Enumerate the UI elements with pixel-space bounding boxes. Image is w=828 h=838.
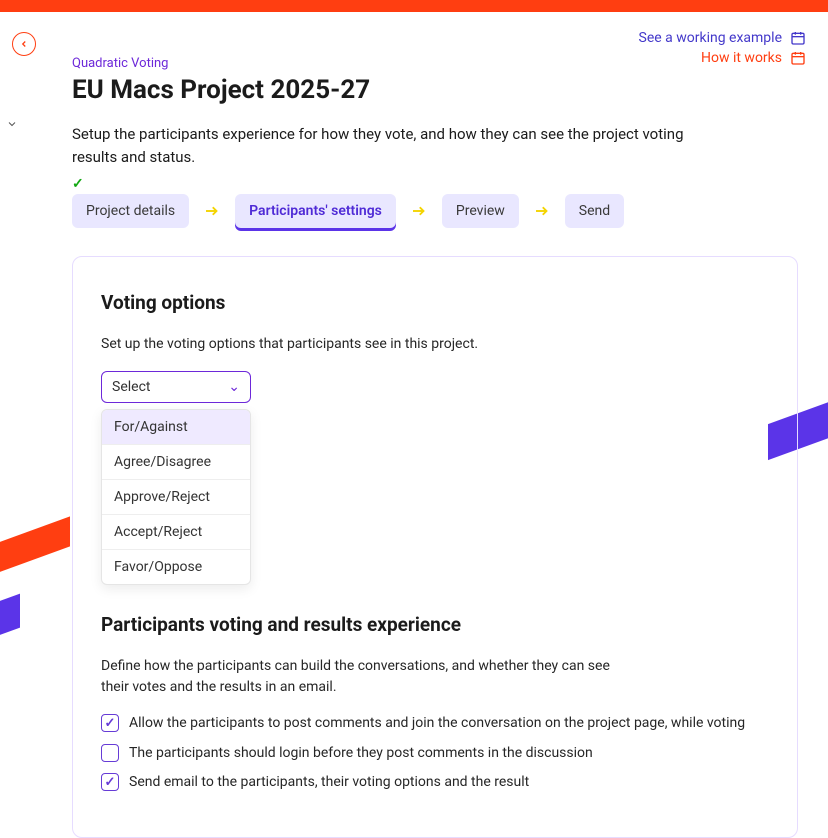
checkbox-row-comments: Allow the participants to post comments …	[101, 714, 769, 734]
voting-options-desc: Set up the voting options that participa…	[101, 334, 769, 355]
checkbox-require-login[interactable]	[101, 744, 119, 762]
option-agree-disagree[interactable]: Agree/Disagree	[102, 445, 250, 480]
example-link-label: See a working example	[639, 30, 783, 46]
select-value: Select	[112, 379, 150, 395]
sidebar-collapse-toggle[interactable]	[6, 115, 18, 134]
arrow-right-icon	[410, 202, 428, 220]
step-label: Send	[579, 203, 610, 219]
step-project-details[interactable]: ✓ Project details	[72, 194, 189, 228]
wizard-steps: ✓ Project details Participants' settings…	[72, 194, 798, 228]
step-preview[interactable]: Preview	[442, 194, 519, 228]
main-content: Quadratic Voting EU Macs Project 2025-27…	[72, 56, 798, 838]
option-accept-reject[interactable]: Accept/Reject	[102, 515, 250, 550]
voting-select-dropdown: For/Against Agree/Disagree Approve/Rejec…	[101, 409, 251, 585]
checkbox-label: Send email to the participants, their vo…	[129, 773, 529, 793]
chevron-left-icon	[19, 39, 29, 49]
checkbox-row-login: The participants should login before the…	[101, 744, 769, 764]
top-accent-bar	[0, 0, 828, 12]
decorative-slash	[0, 594, 20, 661]
decorative-slash	[0, 516, 70, 593]
option-approve-reject[interactable]: Approve/Reject	[102, 480, 250, 515]
voting-select-wrapper: Select ⌄ For/Against Agree/Disagree Appr…	[101, 371, 251, 403]
voting-select[interactable]: Select ⌄	[101, 371, 251, 403]
experience-section: Participants voting and results experien…	[101, 613, 769, 793]
checkbox-label: Allow the participants to post comments …	[129, 714, 745, 734]
checkbox-label: The participants should login before the…	[129, 744, 593, 764]
arrow-right-icon	[533, 202, 551, 220]
voting-options-heading: Voting options	[101, 291, 769, 314]
chevron-down-icon	[6, 118, 18, 130]
step-participants-settings[interactable]: Participants' settings	[235, 194, 396, 228]
example-link[interactable]: See a working example	[639, 30, 807, 46]
arrow-right-icon	[203, 202, 221, 220]
step-label: Participants' settings	[249, 203, 382, 219]
eyebrow-label: Quadratic Voting	[72, 56, 798, 71]
chevron-down-icon: ⌄	[228, 379, 240, 395]
step-label: Project details	[86, 203, 175, 219]
step-label: Preview	[456, 203, 505, 219]
back-button[interactable]	[12, 32, 36, 56]
settings-panel: Voting options Set up the voting options…	[72, 256, 798, 838]
step-send[interactable]: Send	[565, 194, 624, 228]
checkbox-send-email[interactable]	[101, 773, 119, 791]
check-icon: ✓	[72, 176, 84, 192]
checkbox-allow-comments[interactable]	[101, 714, 119, 732]
checkbox-row-email: Send email to the participants, their vo…	[101, 773, 769, 793]
experience-heading: Participants voting and results experien…	[101, 613, 769, 636]
page-subtitle: Setup the participants experience for ho…	[72, 123, 712, 168]
option-for-against[interactable]: For/Against	[102, 410, 250, 445]
option-favor-oppose[interactable]: Favor/Oppose	[102, 550, 250, 584]
calendar-icon	[790, 30, 806, 46]
page-title: EU Macs Project 2025-27	[72, 75, 798, 105]
experience-desc: Define how the participants can build th…	[101, 656, 621, 698]
